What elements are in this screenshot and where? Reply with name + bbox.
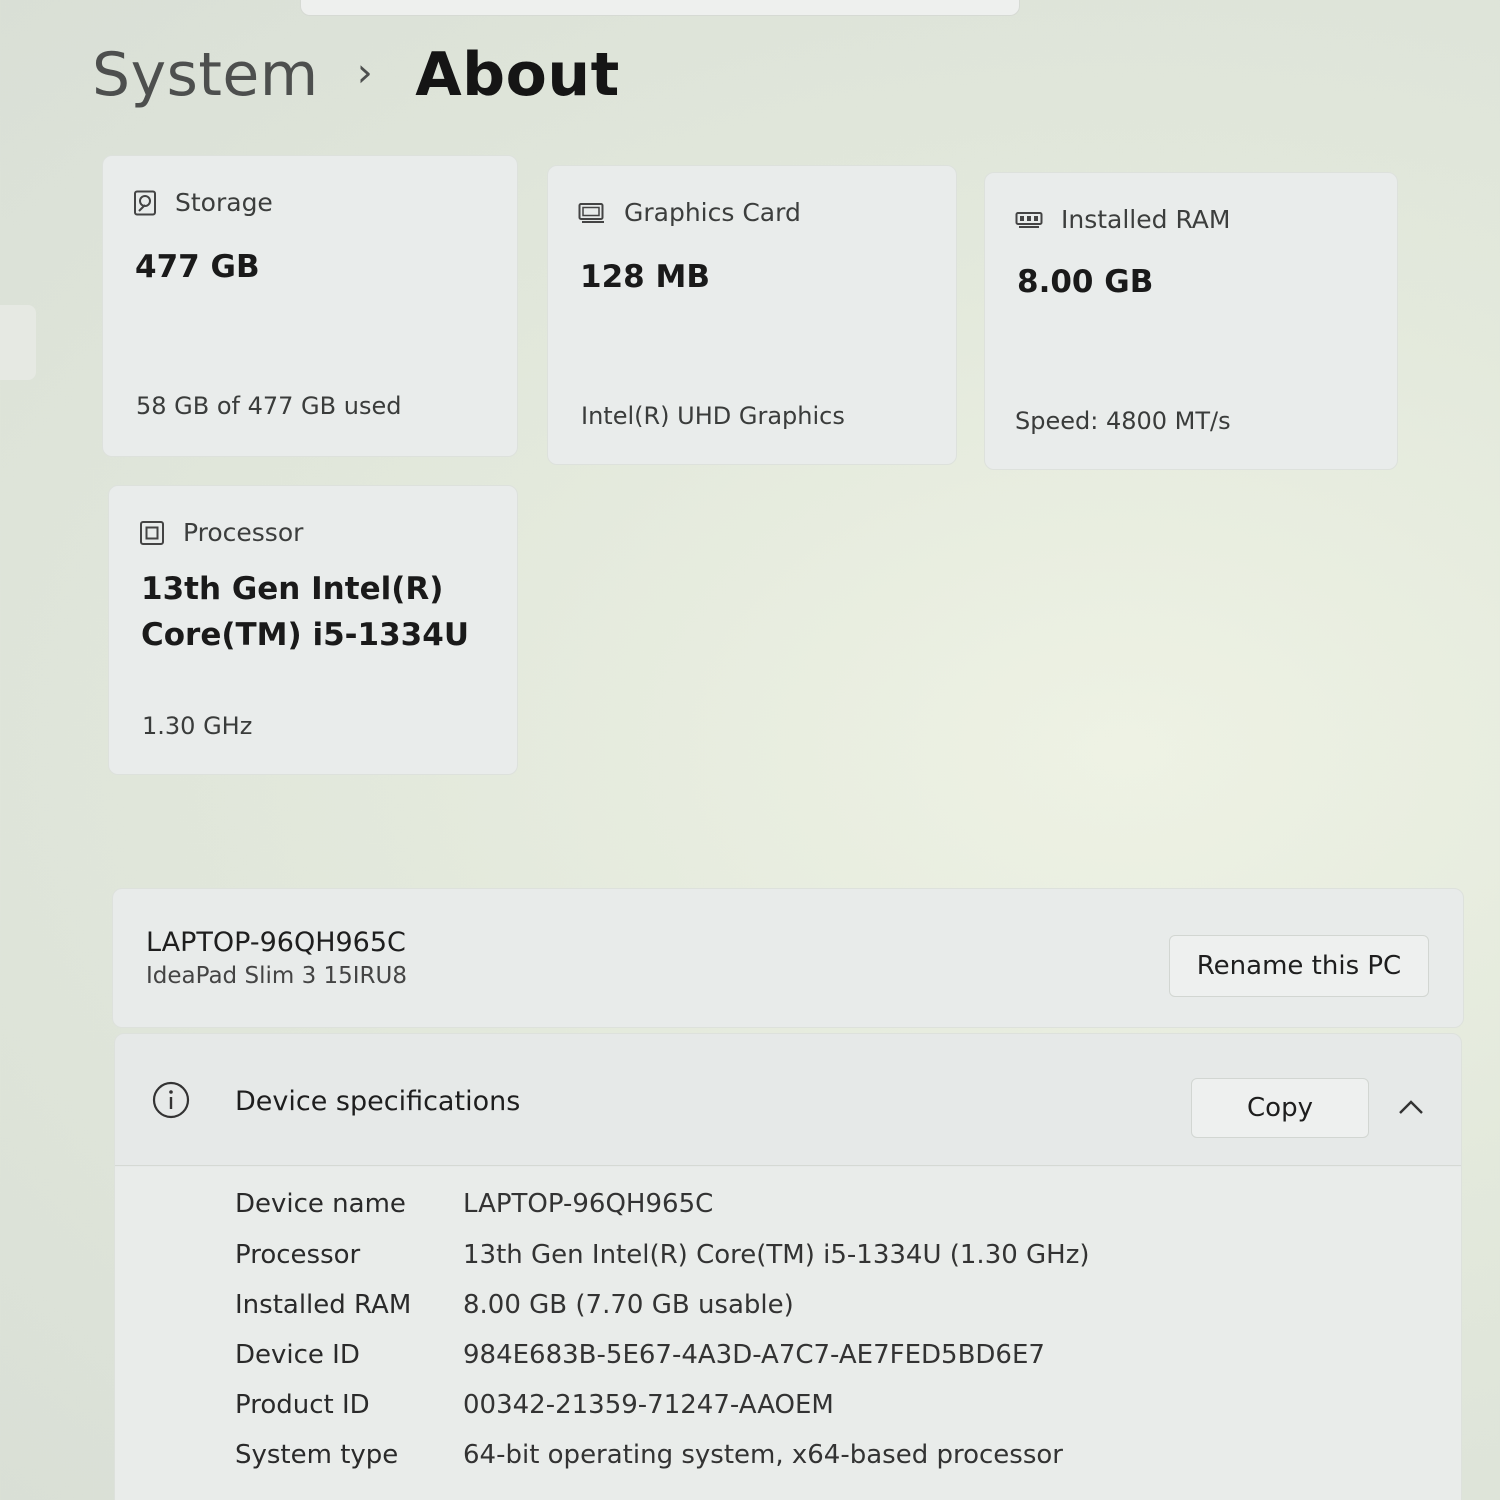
spec-value[interactable]: LAPTOP-96QH965C	[463, 1189, 713, 1219]
spec-value[interactable]: 8.00 GB (7.70 GB usable)	[463, 1290, 794, 1320]
pc-name-row: LAPTOP-96QH965C IdeaPad Slim 3 15IRU8 Re…	[112, 888, 1464, 1028]
spec-value[interactable]: 64-bit operating system, x64-based proce…	[463, 1440, 1063, 1470]
processor-icon	[139, 520, 165, 546]
pc-name: LAPTOP-96QH965C	[146, 927, 406, 958]
spec-key: Product ID	[235, 1390, 370, 1420]
chevron-up-icon[interactable]	[1393, 1092, 1429, 1122]
rename-pc-button[interactable]: Rename this PC	[1169, 935, 1429, 997]
graphics-card-detail: Intel(R) UHD Graphics	[581, 402, 845, 430]
spec-value[interactable]: 13th Gen Intel(R) Core(TM) i5-1334U (1.3…	[463, 1240, 1090, 1270]
breadcrumb-chevron-icon: ›	[356, 50, 374, 96]
pc-model: IdeaPad Slim 3 15IRU8	[146, 963, 408, 989]
processor-value-line2: Core(TM) i5-1334U	[141, 617, 469, 653]
installed-ram-value: 8.00 GB	[1017, 264, 1154, 300]
processor-label: Processor	[183, 518, 304, 547]
ram-speed: Speed: 4800 MT/s	[1015, 407, 1231, 435]
storage-label: Storage	[175, 188, 273, 217]
copy-button[interactable]: Copy	[1191, 1078, 1369, 1138]
installed-ram-card: Installed RAM 8.00 GB Speed: 4800 MT/s	[984, 172, 1398, 470]
spec-key: Device name	[235, 1189, 406, 1219]
page-title: About	[415, 40, 620, 110]
breadcrumb-system-link[interactable]: System	[92, 40, 319, 110]
spec-key: Processor	[235, 1240, 361, 1270]
processor-value: 13th Gen Intel(R) Core(TM) i5-1334U	[141, 566, 469, 658]
graphics-card-label: Graphics Card	[624, 198, 801, 227]
graphics-card: Graphics Card 128 MB Intel(R) UHD Graphi…	[547, 165, 957, 465]
processor-value-line1: 13th Gen Intel(R)	[141, 571, 444, 607]
installed-ram-label: Installed RAM	[1061, 205, 1231, 234]
spec-row-installed-ram: Installed RAM 8.00 GB (7.70 GB usable)	[235, 1290, 794, 1320]
spec-row-device-name: Device name LAPTOP-96QH965C	[235, 1189, 713, 1219]
navigation-pane-edge	[0, 305, 36, 380]
spec-row-device-id: Device ID 984E683B-5E67-4A3D-A7C7-AE7FED…	[235, 1340, 1045, 1370]
ram-icon	[1015, 211, 1043, 229]
spec-row-system-type: System type 64-bit operating system, x64…	[235, 1440, 1063, 1470]
spec-key: System type	[235, 1440, 399, 1470]
processor-speed: 1.30 GHz	[142, 712, 253, 740]
device-specifications-title: Device specifications	[235, 1086, 521, 1117]
storage-card: Storage 477 GB 58 GB of 477 GB used	[102, 155, 518, 457]
spec-key: Device ID	[235, 1340, 360, 1370]
spec-row-product-id: Product ID 00342-21359-71247-AAOEM	[235, 1390, 834, 1420]
storage-icon	[133, 190, 157, 216]
device-specifications-panel: Device specifications Copy Device name L…	[114, 1033, 1462, 1500]
info-icon	[151, 1080, 191, 1124]
device-specifications-header[interactable]: Device specifications Copy	[115, 1034, 1461, 1166]
breadcrumb: System › About	[92, 40, 620, 110]
storage-detail: 58 GB of 477 GB used	[136, 392, 402, 420]
spec-value[interactable]: 984E683B-5E67-4A3D-A7C7-AE7FED5BD6E7	[463, 1340, 1045, 1370]
spec-row-processor: Processor 13th Gen Intel(R) Core(TM) i5-…	[235, 1240, 1090, 1270]
window-top-edge	[300, 0, 1020, 16]
graphics-card-value: 128 MB	[580, 259, 710, 295]
device-specifications-list: Device name LAPTOP-96QH965C Processor 13…	[115, 1167, 1461, 1500]
processor-card: Processor 13th Gen Intel(R) Core(TM) i5-…	[108, 485, 518, 775]
spec-value[interactable]: 00342-21359-71247-AAOEM	[463, 1390, 834, 1420]
graphics-card-icon	[578, 202, 606, 224]
storage-value: 477 GB	[135, 249, 260, 285]
spec-key: Installed RAM	[235, 1290, 412, 1320]
